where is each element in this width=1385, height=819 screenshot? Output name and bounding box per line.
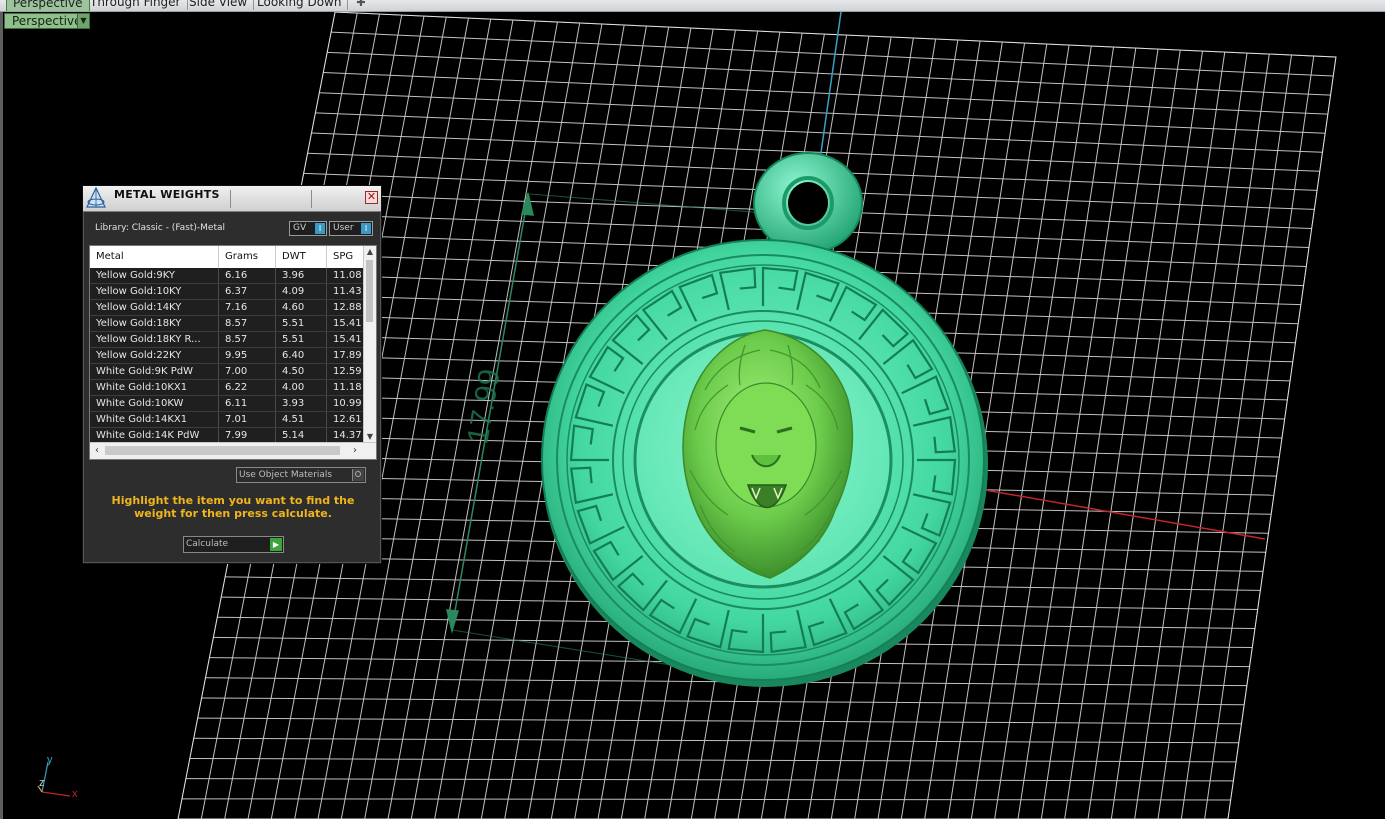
cell-metal: White Gold:14KX1 <box>90 412 219 427</box>
axis-label-x: x <box>72 788 78 800</box>
close-icon[interactable]: ✕ <box>365 191 378 204</box>
gv-toggle[interactable]: GV I <box>289 221 327 236</box>
play-arrow-icon: ▶ <box>270 538 282 551</box>
dialog-title-bar[interactable]: METAL WEIGHTS ✕ <box>83 186 381 212</box>
axis-label-y: y <box>47 754 53 766</box>
tab-perspective[interactable]: Perspective <box>6 0 90 11</box>
calculate-button[interactable]: Calculate ▶ <box>183 536 284 553</box>
tab-looking-down[interactable]: Looking Down <box>251 0 349 10</box>
title-divider <box>311 190 312 208</box>
cell-grams: 6.37 <box>219 284 276 299</box>
grid-line <box>201 697 1245 706</box>
scroll-left-icon[interactable]: ‹ <box>90 443 104 459</box>
x-axis-line <box>984 489 1266 540</box>
table-row[interactable]: Yellow Gold:14KY 7.16 4.60 12.88 <box>90 300 372 316</box>
cell-grams: 7.99 <box>219 428 276 443</box>
table-row[interactable]: Yellow Gold:22KY 9.95 6.40 17.89 <box>90 348 372 364</box>
cell-dwt: 4.51 <box>276 412 327 427</box>
column-header-dwt[interactable]: DWT <box>276 246 327 268</box>
column-header-grams[interactable]: Grams <box>219 246 276 268</box>
tab-side-view[interactable]: Side View <box>183 0 255 10</box>
cell-dwt: 5.51 <box>276 316 327 331</box>
pendant-bail[interactable] <box>753 152 863 254</box>
cell-metal: White Gold:14K PdW <box>90 428 219 443</box>
tab-through-finger[interactable]: Through Finger <box>84 0 188 10</box>
cell-grams: 7.00 <box>219 364 276 379</box>
use-object-materials-label: Use Object Materials <box>239 470 333 480</box>
cell-dwt: 5.51 <box>276 332 327 347</box>
calculate-label: Calculate <box>186 539 229 549</box>
scrollbar-thumb[interactable] <box>366 260 373 322</box>
cell-grams: 9.95 <box>219 348 276 363</box>
instruction-text: Highlight the item you want to find the … <box>111 494 355 520</box>
cell-grams: 6.16 <box>219 268 276 283</box>
cell-metal: Yellow Gold:10KY <box>90 284 219 299</box>
cell-metal: Yellow Gold:14KY <box>90 300 219 315</box>
gv-toggle-label: GV <box>293 223 307 233</box>
cell-grams: 6.22 <box>219 380 276 395</box>
cell-grams: 7.01 <box>219 412 276 427</box>
table-row[interactable]: White Gold:10KX1 6.22 4.00 11.18 <box>90 380 372 396</box>
cell-dwt: 3.93 <box>276 396 327 411</box>
cell-dwt: 3.96 <box>276 268 327 283</box>
app-logo-icon <box>86 187 106 208</box>
user-toggle[interactable]: User I <box>329 221 373 236</box>
toggle-indicator-icon: I <box>315 223 325 234</box>
table-row[interactable]: Yellow Gold:18KY 8.57 5.51 15.41 <box>90 316 372 332</box>
metal-weights-dialog: METAL WEIGHTS ✕ Library: Classic - (Fast… <box>82 185 382 564</box>
toggle-indicator-icon: I <box>361 223 371 234</box>
table-row[interactable]: Yellow Gold:10KY 6.37 4.09 11.43 <box>90 284 372 300</box>
view-mode-dropdown[interactable]: Perspective ▼ <box>4 13 90 29</box>
cell-grams: 8.57 <box>219 316 276 331</box>
cell-dwt: 4.50 <box>276 364 327 379</box>
table-row[interactable]: Yellow Gold:18KY R... 8.57 5.51 15.41 <box>90 332 372 348</box>
cell-metal: White Gold:9K PdW <box>90 364 219 379</box>
plus-tab-icon[interactable]: ✚ <box>350 0 372 10</box>
use-object-materials-button[interactable]: Use Object Materials <box>236 467 366 483</box>
user-toggle-label: User <box>333 223 354 233</box>
cell-metal: Yellow Gold:22KY <box>90 348 219 363</box>
cell-metal: White Gold:10KW <box>90 396 219 411</box>
cell-metal: Yellow Gold:18KY R... <box>90 332 219 347</box>
column-header-metal[interactable]: Metal <box>90 246 219 268</box>
cell-metal: Yellow Gold:9KY <box>90 268 219 283</box>
table-row[interactable]: Yellow Gold:9KY 6.16 3.96 11.08 <box>90 268 372 284</box>
view-mode-label: Perspective <box>12 14 82 28</box>
viewport-left-border <box>0 12 3 819</box>
library-label: Library: Classic - (Fast)-Metal <box>95 223 226 233</box>
scrollbar-thumb[interactable] <box>105 446 340 455</box>
cell-grams: 7.16 <box>219 300 276 315</box>
cell-dwt: 6.40 <box>276 348 327 363</box>
grid-line <box>189 757 1237 763</box>
vertical-scrollbar[interactable]: ▲ ▼ <box>363 246 376 443</box>
cell-grams: 8.57 <box>219 332 276 347</box>
cell-dwt: 4.00 <box>276 380 327 395</box>
radio-icon <box>352 469 364 481</box>
cell-grams: 6.11 <box>219 396 276 411</box>
grid-line <box>181 798 1231 801</box>
scroll-up-icon[interactable]: ▲ <box>364 246 376 258</box>
table-row[interactable]: White Gold:10KW 6.11 3.93 10.99 <box>90 396 372 412</box>
grid-line <box>193 737 1239 744</box>
dialog-title: METAL WEIGHTS <box>114 188 220 201</box>
table-row[interactable]: White Gold:14KX1 7.01 4.51 12.61 <box>90 412 372 428</box>
table-header: Metal Grams DWT SPG <box>90 246 372 269</box>
cell-dwt: 5.14 <box>276 428 327 443</box>
cell-metal: Yellow Gold:18KY <box>90 316 219 331</box>
horizontal-scrollbar[interactable]: ‹ › <box>90 442 376 459</box>
cell-dwt: 4.09 <box>276 284 327 299</box>
table-body: Yellow Gold:9KY 6.16 3.96 11.08 Yellow Gold… <box>90 268 372 444</box>
cell-metal: White Gold:10KX1 <box>90 380 219 395</box>
metal-table: Metal Grams DWT SPG Yellow Gold:9KY 6.16 3… <box>89 245 377 460</box>
table-row[interactable]: White Gold:9K PdW 7.00 4.50 12.59 <box>90 364 372 380</box>
cell-dwt: 4.60 <box>276 300 327 315</box>
grid-line <box>185 778 1234 782</box>
axis-label-z: z <box>39 777 45 789</box>
grid-line <box>197 717 1242 725</box>
title-divider <box>230 190 231 208</box>
dimension-value: 17.99 <box>461 367 507 447</box>
chevron-down-icon: ▼ <box>77 14 89 28</box>
scroll-right-icon[interactable]: › <box>348 443 362 459</box>
viewport-tab-bar: Perspective Through Finger Side View Loo… <box>0 0 1385 12</box>
